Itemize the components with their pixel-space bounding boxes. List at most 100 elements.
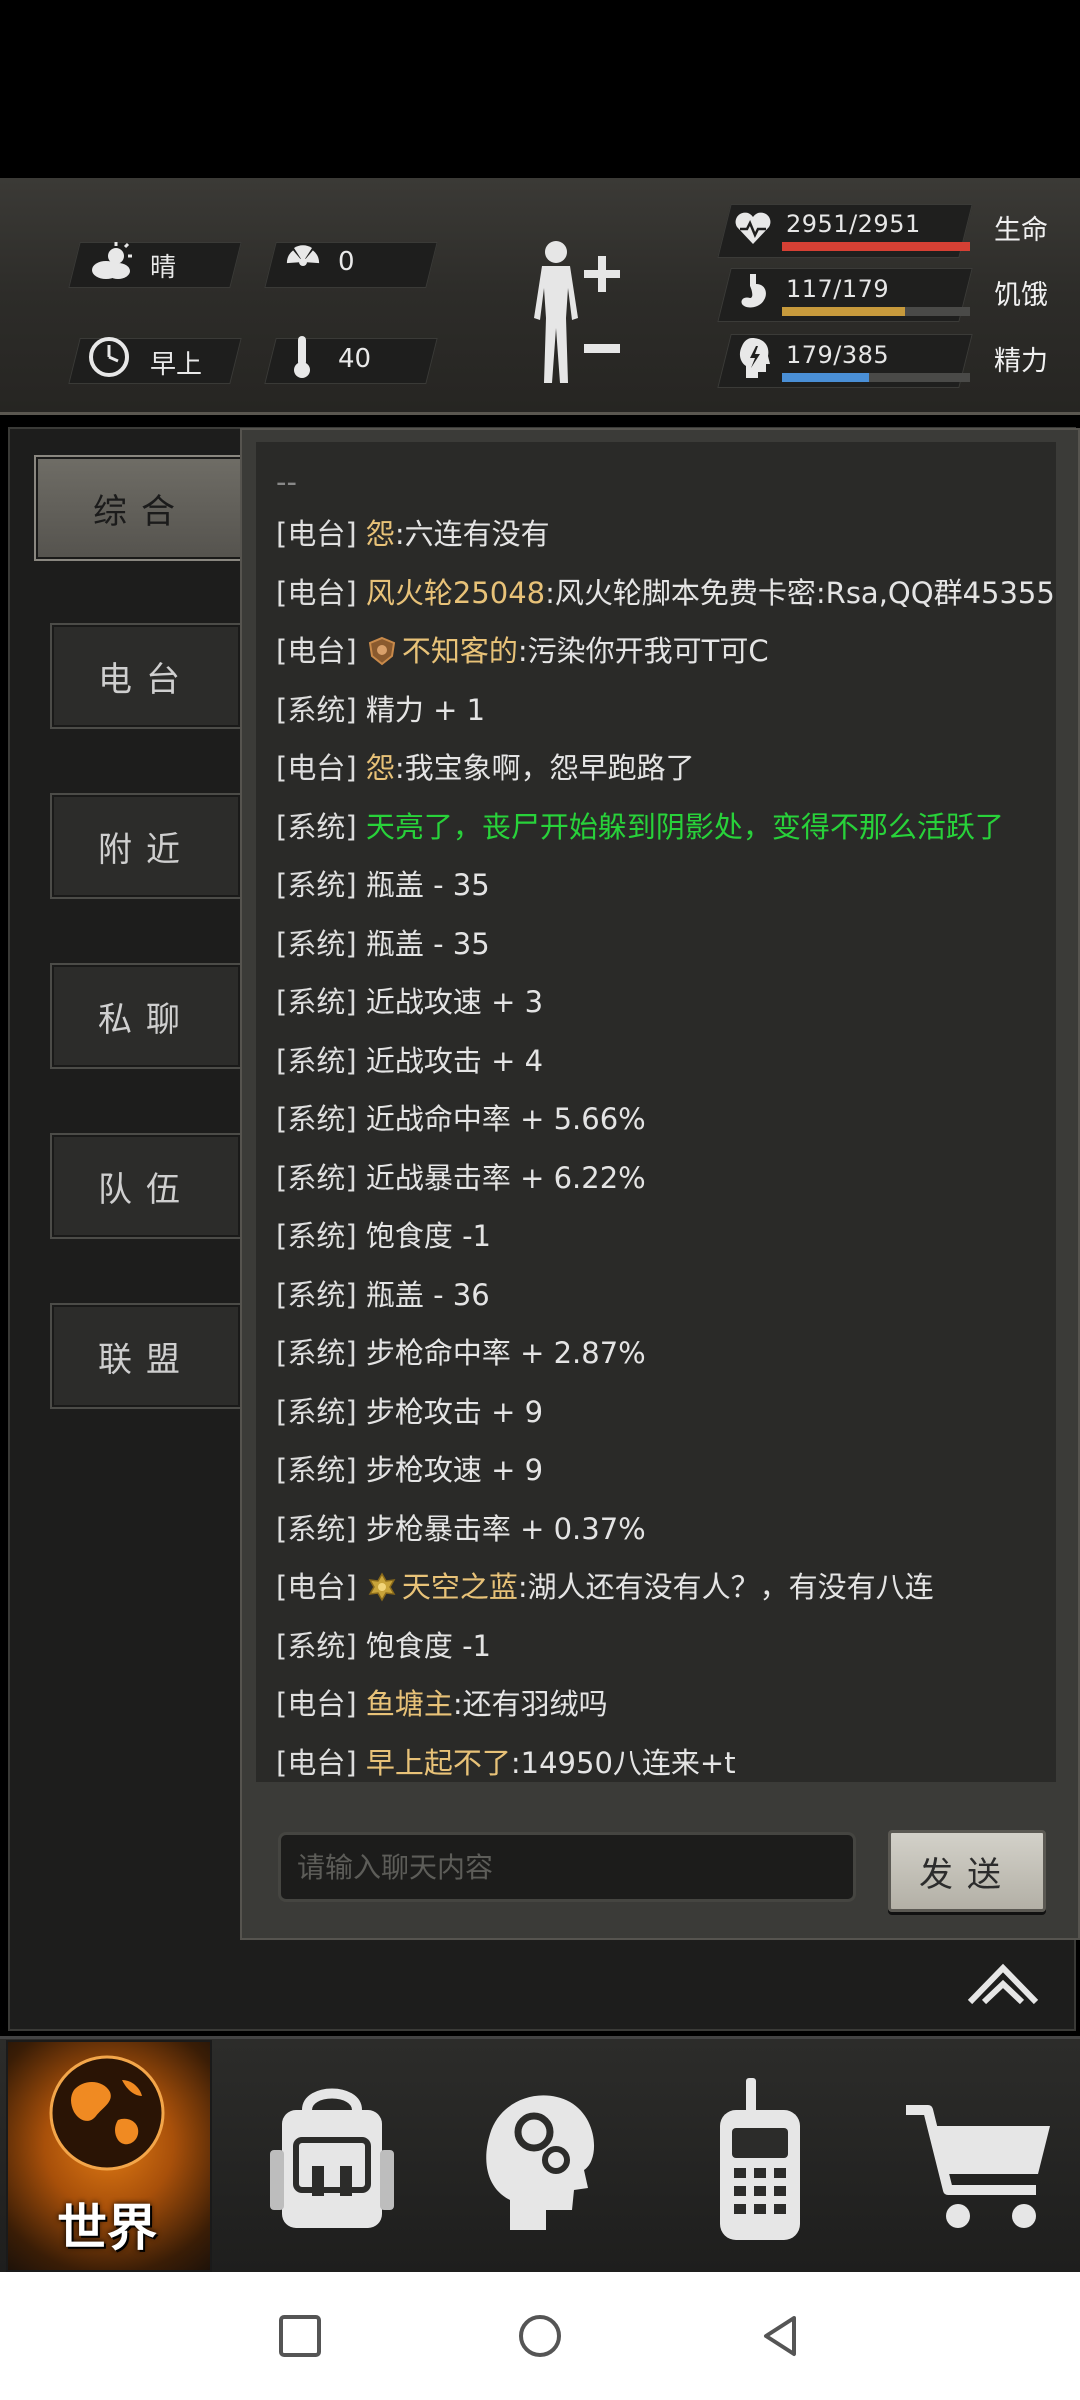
tab-nearby[interactable]: 附近 bbox=[50, 793, 242, 899]
heart-icon bbox=[735, 212, 771, 244]
chat-message-text: 饱食度 -1 bbox=[365, 1219, 491, 1253]
hunger-track bbox=[782, 307, 970, 316]
chat-message-text: 瓶盖 - 36 bbox=[365, 1277, 490, 1312]
time-label: 早上 bbox=[150, 350, 203, 380]
hunger-value: 117/179 bbox=[786, 275, 890, 303]
chat-channel-tag: [电台] bbox=[276, 1745, 357, 1780]
chat-message-text: :风火轮脚本免费卡密:Rsa,QQ群453553974 bbox=[545, 575, 1056, 610]
chat-message: [电台] 不知客的:污染你开我可T可C bbox=[276, 631, 769, 671]
chat-message: [系统] 瓶盖 - 35 bbox=[276, 865, 490, 905]
backpack-icon[interactable] bbox=[252, 2070, 412, 2250]
chat-input[interactable] bbox=[278, 1832, 856, 1902]
chat-message: [电台] 鱼塘主:还有羽绒吗 bbox=[276, 1684, 608, 1724]
chat-channel-tag: [电台] bbox=[276, 1687, 357, 1721]
chat-channel-tag: [系统] bbox=[276, 1043, 357, 1078]
chat-channel-tag: [系统] bbox=[276, 809, 357, 844]
chat-channel-tag: [系统] bbox=[276, 926, 357, 961]
chat-channel-tag: [电台] bbox=[276, 517, 357, 551]
chat-sender-name[interactable]: 怨 bbox=[366, 751, 395, 785]
chat-sender-name[interactable]: 天空之蓝 bbox=[402, 1570, 518, 1604]
chat-message-text: 天亮了，丧尸开始躲到阴影处，变得不那么活跃了 bbox=[365, 809, 1004, 844]
chat-message-text: :我宝象啊，怨早跑路了 bbox=[394, 751, 695, 785]
tab-radio[interactable]: 电台 bbox=[50, 623, 242, 729]
health-track bbox=[782, 242, 970, 251]
shop-cart-icon[interactable] bbox=[900, 2070, 1060, 2250]
chat-top-marker: -- bbox=[276, 465, 297, 499]
chat-message-text: 瓶盖 - 35 bbox=[365, 926, 490, 961]
chat-channel-tag: [系统] bbox=[276, 1511, 357, 1546]
walkie-talkie-icon[interactable] bbox=[680, 2070, 840, 2250]
chat-message: [系统] 步枪命中率 + 2.87% bbox=[276, 1333, 646, 1373]
chat-channel-tag: [系统] bbox=[276, 692, 357, 727]
chat-sender-name[interactable]: 不知客的 bbox=[402, 634, 518, 668]
hunger-label: 饥饿 bbox=[994, 280, 1048, 311]
nav-world-label: 世界 bbox=[57, 2199, 157, 2257]
chat-sender-name[interactable]: 鱼塘主 bbox=[366, 1687, 453, 1721]
globe-icon bbox=[49, 2055, 165, 2171]
health-fill bbox=[782, 242, 970, 251]
tab-alliance[interactable]: 联盟 bbox=[50, 1303, 242, 1409]
chat-channel-tag: [系统] bbox=[276, 985, 357, 1019]
skills-head-icon[interactable] bbox=[460, 2070, 620, 2250]
weather-label: 晴 bbox=[150, 253, 177, 283]
tab-team[interactable]: 队伍 bbox=[50, 1133, 242, 1239]
chat-channel-tag: [系统] bbox=[276, 1394, 357, 1429]
collapse-up-icon[interactable] bbox=[966, 1958, 1040, 2008]
chat-message: [电台] 风火轮25048:风火轮脚本免费卡密:Rsa,QQ群453553974 bbox=[276, 573, 1056, 613]
chat-message: [系统] 瓶盖 - 35 bbox=[276, 924, 490, 964]
chat-message: [系统] 近战攻击 + 4 bbox=[276, 1041, 543, 1081]
chat-sender-name[interactable]: 风火轮25048 bbox=[366, 576, 545, 610]
chat-channel-tag: [系统] bbox=[276, 1102, 357, 1136]
back-icon[interactable] bbox=[756, 2312, 804, 2360]
chat-message: [系统] 步枪暴击率 + 0.37% bbox=[276, 1509, 646, 1549]
cloud-sun-icon bbox=[92, 242, 132, 279]
chat-message-text: 近战暴击率 + 6.22% bbox=[365, 1160, 646, 1195]
chat-message-text: :14950八连来+t bbox=[510, 1745, 736, 1780]
chat-channel-tag: [电台] bbox=[276, 575, 357, 610]
chat-message-text: 近战攻速 + 3 bbox=[365, 985, 544, 1019]
chat-message: [系统] 步枪攻击 + 9 bbox=[276, 1392, 543, 1432]
temperature-value: 40 bbox=[338, 344, 372, 374]
chat-message-text: 步枪攻击 + 9 bbox=[365, 1394, 544, 1429]
chat-message: [电台] 天空之蓝:湖人还有没有人？，有没有八连 bbox=[276, 1567, 934, 1607]
chat-channel-tag: [系统] bbox=[276, 1219, 357, 1253]
home-icon[interactable] bbox=[516, 2312, 564, 2360]
chat-message: [电台] 早上起不了:14950八连来+t bbox=[276, 1743, 736, 1783]
energy-icon bbox=[739, 338, 770, 378]
chat-message-text: 步枪暴击率 + 0.37% bbox=[365, 1511, 646, 1546]
tab-general[interactable]: 综合 bbox=[34, 455, 248, 561]
chat-message: [电台] 怨:六连有没有 bbox=[276, 514, 550, 554]
chat-sender-name[interactable]: 怨 bbox=[366, 517, 395, 551]
chat-message-text: :六连有没有 bbox=[394, 517, 550, 551]
chat-message-text: :湖人还有没有人？，有没有八连 bbox=[517, 1570, 934, 1604]
body-status-icon[interactable] bbox=[520, 238, 630, 388]
chat-message: [系统] 瓶盖 - 36 bbox=[276, 1275, 490, 1315]
chat-channel-tag: [系统] bbox=[276, 1160, 357, 1195]
chat-message: [系统] 饱食度 -1 bbox=[276, 1626, 491, 1666]
chat-log[interactable]: -- [电台] 怨:六连有没有 [电台] 风火轮25048:风火轮脚本免费卡密:R… bbox=[256, 442, 1056, 1782]
chat-message-text: 近战命中率 + 5.66% bbox=[365, 1102, 646, 1136]
health-label: 生命 bbox=[994, 215, 1048, 246]
chat-channel-tag: [系统] bbox=[276, 1277, 357, 1312]
chat-message: [系统] 步枪攻速 + 9 bbox=[276, 1450, 543, 1490]
chat-message-text: :还有羽绒吗 bbox=[452, 1687, 608, 1721]
chat-channel-tag: [系统] bbox=[276, 1453, 357, 1487]
tab-private[interactable]: 私聊 bbox=[50, 963, 242, 1069]
recent-apps-icon[interactable] bbox=[276, 2312, 324, 2360]
health-value: 2951/2951 bbox=[786, 210, 921, 238]
stomach-icon bbox=[741, 274, 766, 308]
radiation-value: 0 bbox=[338, 247, 355, 277]
chat-channel-tag: [系统] bbox=[276, 1628, 357, 1663]
chat-message-text: 饱食度 -1 bbox=[365, 1628, 491, 1663]
chat-channel-tag: [电台] bbox=[276, 634, 357, 668]
chat-sender-name[interactable]: 早上起不了 bbox=[366, 1746, 511, 1780]
chat-channel-tag: [电台] bbox=[276, 1570, 357, 1604]
chat-message: [系统] 近战暴击率 + 6.22% bbox=[276, 1158, 646, 1198]
hunger-fill bbox=[782, 307, 905, 316]
chat-message-text: 步枪攻速 + 9 bbox=[365, 1453, 544, 1487]
chat-message: [系统] 天亮了，丧尸开始躲到阴影处，变得不那么活跃了 bbox=[276, 807, 1004, 847]
chat-message: [系统] 近战攻速 + 3 bbox=[276, 982, 543, 1022]
energy-track bbox=[782, 373, 970, 382]
send-button[interactable]: 发送 bbox=[888, 1830, 1046, 1912]
shield-badge-icon bbox=[366, 634, 402, 668]
